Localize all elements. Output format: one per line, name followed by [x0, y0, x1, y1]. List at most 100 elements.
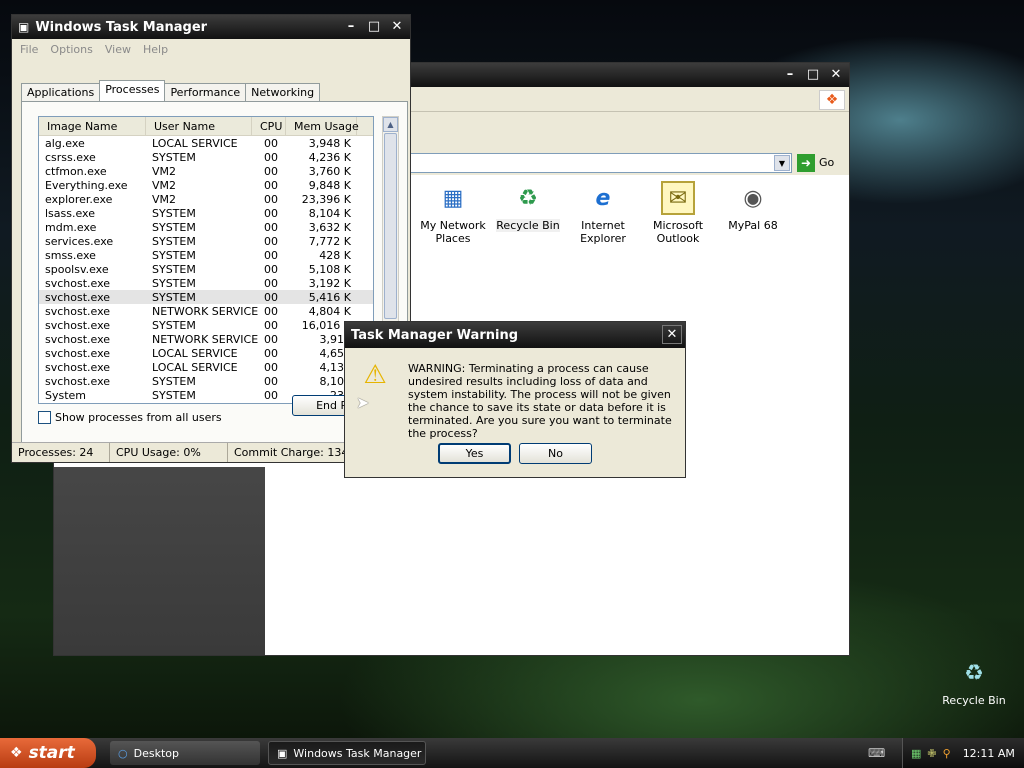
taskbar-item-task-manager[interactable]: ▣ Windows Task Manager: [268, 741, 426, 765]
network-places-shortcut[interactable]: ▦ My Network Places: [413, 181, 493, 246]
show-all-users-checkbox[interactable]: Show processes from all users: [38, 411, 222, 424]
table-row[interactable]: svchost.exe SYSTEM 00 8,104: [39, 374, 373, 388]
table-row[interactable]: spoolsv.exe SYSTEM 00 5,108 K: [39, 262, 373, 276]
process-list[interactable]: Image Name User Name CPU Mem Usage alg.e…: [38, 116, 374, 404]
close-icon[interactable]: ✕: [826, 65, 846, 84]
table-row[interactable]: svchost.exe LOCAL SERVICE 00 4,132: [39, 360, 373, 374]
tab-performance[interactable]: Performance: [164, 83, 247, 101]
table-row[interactable]: Everything.exe VM2 00 9,848 K: [39, 178, 373, 192]
cell-image-name: Everything.exe: [45, 178, 128, 192]
cell-cpu: 00: [264, 234, 278, 248]
cell-user-name: SYSTEM: [152, 248, 196, 262]
start-button[interactable]: ❖ start: [0, 738, 96, 768]
cell-mem-usage: 3,632 K: [308, 220, 351, 234]
table-row[interactable]: smss.exe SYSTEM 00 428 K: [39, 248, 373, 262]
task-manager-icon: ▣: [18, 20, 30, 34]
table-row[interactable]: services.exe SYSTEM 00 7,772 K: [39, 234, 373, 248]
go-arrow-icon[interactable]: ➜: [797, 154, 815, 172]
minimize-icon[interactable]: –: [780, 65, 800, 84]
table-row[interactable]: ctfmon.exe VM2 00 3,760 K: [39, 164, 373, 178]
close-icon[interactable]: ✕: [387, 17, 407, 36]
cell-mem-usage: 23,396 K: [301, 192, 351, 206]
table-row[interactable]: alg.exe LOCAL SERVICE 00 3,948 K: [39, 136, 373, 150]
table-row[interactable]: mdm.exe SYSTEM 00 3,632 K: [39, 220, 373, 234]
cell-mem-usage: 8,104 K: [308, 206, 351, 220]
go-button[interactable]: Go: [819, 156, 834, 169]
search-tray-icon[interactable]: ⚲: [943, 747, 951, 760]
mouse-cursor-icon: ➤: [356, 393, 370, 412]
taskbar-item-desktop[interactable]: ○ Desktop: [110, 741, 260, 765]
cell-image-name: svchost.exe: [45, 346, 111, 360]
table-row[interactable]: lsass.exe SYSTEM 00 8,104 K: [39, 206, 373, 220]
table-row[interactable]: svchost.exe NETWORK SERVICE 00 4,804 K: [39, 304, 373, 318]
cell-image-name: svchost.exe: [45, 374, 111, 388]
table-row[interactable]: svchost.exe SYSTEM 00 3,192 K: [39, 276, 373, 290]
cell-user-name: SYSTEM: [152, 388, 196, 402]
tools-tray-icon[interactable]: ✙: [927, 747, 936, 760]
cell-image-name: mdm.exe: [45, 220, 97, 234]
column-image-name[interactable]: Image Name: [39, 117, 146, 135]
chevron-down-icon[interactable]: ▼: [774, 155, 790, 171]
keyboard-icon[interactable]: ⌨: [868, 746, 885, 760]
tab-networking[interactable]: Networking: [245, 83, 321, 101]
internet-explorer-shortcut[interactable]: e Internet Explorer: [563, 181, 643, 246]
network-tray-icon[interactable]: ▦: [911, 747, 921, 760]
table-row[interactable]: csrss.exe SYSTEM 00 4,236 K: [39, 150, 373, 164]
recycle-bin-shortcut[interactable]: ♻ Recycle Bin: [488, 181, 568, 232]
windows-flag-icon: ❖: [10, 745, 23, 761]
maximize-icon[interactable]: □: [803, 65, 823, 84]
cell-image-name: svchost.exe: [45, 360, 111, 374]
task-manager-icon: ▣: [277, 746, 288, 760]
cell-cpu: 00: [264, 220, 278, 234]
cell-user-name: VM2: [152, 192, 177, 206]
cell-user-name: NETWORK SERVICE: [152, 304, 259, 318]
table-row[interactable]: explorer.exe VM2 00 23,396 K: [39, 192, 373, 206]
checkbox-box[interactable]: [38, 411, 51, 424]
table-row[interactable]: svchost.exe LOCAL SERVICE 00 4,652: [39, 346, 373, 360]
outlook-icon: ✉: [661, 181, 695, 215]
cell-user-name: SYSTEM: [152, 150, 196, 164]
cell-image-name: alg.exe: [45, 136, 85, 150]
recycle-bin-icon: ♻: [518, 185, 538, 211]
cell-mem-usage: 7,772 K: [308, 234, 351, 248]
cell-user-name: LOCAL SERVICE: [152, 136, 238, 150]
no-button[interactable]: No: [519, 443, 592, 464]
maximize-icon[interactable]: □: [364, 17, 384, 36]
table-row[interactable]: svchost.exe SYSTEM 00 5,416 K: [39, 290, 373, 304]
task-manager-title-bar[interactable]: ▣ Windows Task Manager – □ ✕: [12, 15, 410, 39]
clock: 12:11 AM: [962, 746, 1015, 760]
cell-mem-usage: 3,192 K: [308, 276, 351, 290]
cell-mem-usage: 3,760 K: [308, 164, 351, 178]
menu-options[interactable]: Options: [44, 43, 98, 56]
warning-title-bar[interactable]: Task Manager Warning ✕: [345, 322, 685, 348]
cell-mem-usage: 4,236 K: [308, 150, 351, 164]
table-row[interactable]: svchost.exe SYSTEM 00 16,016 K: [39, 318, 373, 332]
cell-user-name: SYSTEM: [152, 262, 196, 276]
minimize-icon[interactable]: –: [341, 17, 361, 36]
outlook-shortcut[interactable]: ✉ Microsoft Outlook: [638, 181, 718, 245]
cell-cpu: 00: [264, 346, 278, 360]
scroll-up-icon[interactable]: ▲: [383, 117, 398, 132]
menu-help[interactable]: Help: [137, 43, 174, 56]
table-row[interactable]: svchost.exe NETWORK SERVICE 00 3,916: [39, 332, 373, 346]
yes-button[interactable]: Yes: [438, 443, 511, 464]
cell-user-name: LOCAL SERVICE: [152, 360, 238, 374]
cell-image-name: services.exe: [45, 234, 114, 248]
column-user-name[interactable]: User Name: [146, 117, 252, 135]
tab-strip: Applications Processes Performance Netwo…: [21, 80, 321, 101]
warning-icon: ⚠: [363, 360, 387, 390]
menu-view[interactable]: View: [99, 43, 137, 56]
menu-file[interactable]: File: [14, 43, 44, 56]
system-tray: ▦ ✙ ⚲ 12:11 AM: [902, 738, 1024, 768]
column-mem-usage[interactable]: Mem Usage: [286, 117, 359, 135]
desktop-recycle-bin[interactable]: ♻ Recycle Bin: [934, 656, 1014, 708]
cell-cpu: 00: [264, 136, 278, 150]
scroll-thumb[interactable]: [384, 133, 397, 319]
tab-applications[interactable]: Applications: [21, 83, 101, 101]
cell-user-name: SYSTEM: [152, 276, 196, 290]
column-cpu[interactable]: CPU: [252, 117, 286, 135]
tab-processes[interactable]: Processes: [99, 80, 166, 101]
close-icon[interactable]: ✕: [662, 325, 682, 344]
mypal-shortcut[interactable]: ◉ MyPal 68: [713, 181, 793, 233]
cell-mem-usage: 3,948 K: [308, 136, 351, 150]
